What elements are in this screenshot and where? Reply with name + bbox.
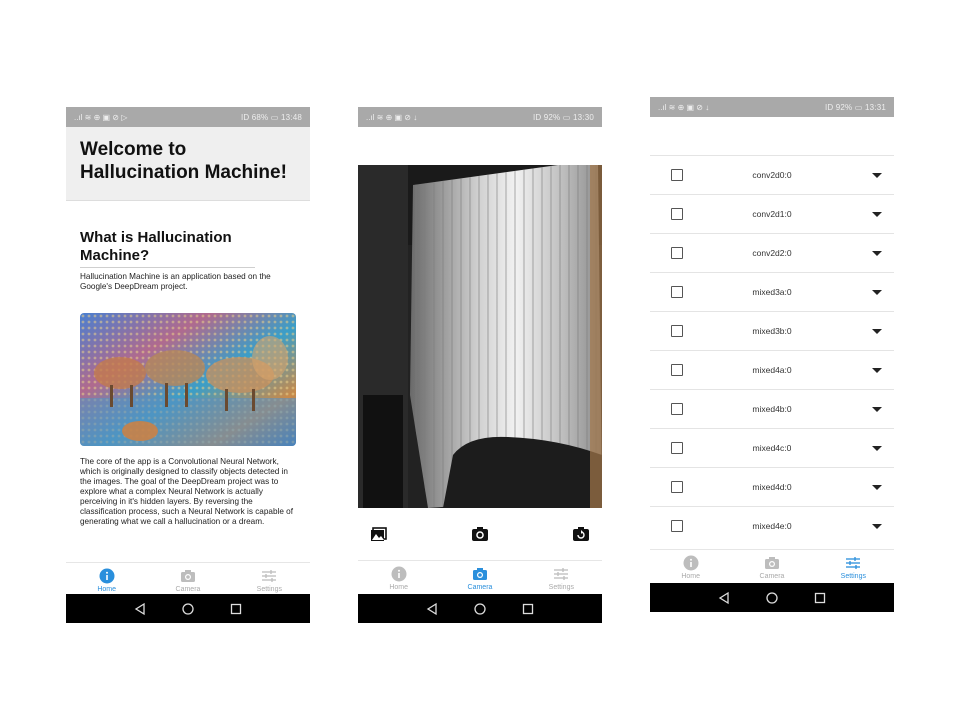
tab-settings-label: Settings [548,583,574,591]
page-title: Welcome to Hallucination Machine! [80,139,287,183]
system-nav-bar [650,583,894,612]
page-header: Welcome to Hallucination Machine! [66,127,310,201]
layer-row[interactable]: mixed4e:0 [650,506,894,545]
home-circle-icon[interactable] [181,602,195,616]
tab-home[interactable]: Home [66,563,147,597]
layer-row[interactable]: mixed3a:0 [650,272,894,311]
dropdown-icon[interactable] [872,484,882,490]
dropdown-icon[interactable] [872,523,882,529]
status-icons: ..ıl ≋ ⊕ ▣ ⊘ ↓ [658,102,710,112]
camera-icon [180,569,195,582]
layer-row[interactable]: conv2d2:0 [650,233,894,272]
tab-camera[interactable]: Camera [147,563,228,597]
layer-label: mixed3b:0 [752,326,792,336]
tab-camera-label: Camera [467,583,493,591]
tab-settings[interactable]: Settings [229,563,310,597]
info-icon [683,555,699,570]
layer-row[interactable]: conv2d1:0 [650,194,894,233]
status-icons: ..ıl ≋ ⊕ ▣ ⊘ ↓ [366,112,418,122]
deepdream-image [80,313,296,446]
switch-camera-icon[interactable] [572,525,590,543]
tab-home-label: Home [681,572,700,580]
home-screen: ..ıl ≋ ⊕ ▣ ⊘ ▷ ID 68% ▭ 13:48 Welcome to… [66,107,310,623]
recents-icon[interactable] [521,602,535,616]
camera-icon [472,567,487,580]
gallery-icon[interactable] [370,525,388,543]
layer-label: mixed4a:0 [752,365,792,375]
tab-home-label: Home [97,585,116,593]
system-nav-bar [66,594,310,623]
status-battery-time: ID 92% ▭ 13:31 [824,102,886,112]
home-circle-icon[interactable] [473,602,487,616]
layer-row[interactable]: conv2d0:0 [650,155,894,194]
layer-row[interactable]: mixed4c:0 [650,428,894,467]
sliders-icon [846,556,861,569]
layer-label: mixed4c:0 [752,443,792,453]
layer-row[interactable]: mixed4b:0 [650,389,894,428]
tab-camera[interactable]: Camera [439,561,520,595]
description-text: The core of the app is a Convolutional N… [80,457,293,526]
dropdown-icon[interactable] [872,406,882,412]
tab-home[interactable]: Home [358,561,439,595]
status-bar: ..ıl ≋ ⊕ ▣ ⊘ ▷ ID 68% ▭ 13:48 [66,107,310,127]
dropdown-icon[interactable] [872,250,882,256]
dropdown-icon[interactable] [872,172,882,178]
tab-camera-label: Camera [759,572,785,580]
dropdown-icon[interactable] [872,367,882,373]
tab-camera[interactable]: Camera [731,550,812,584]
tab-home-label: Home [389,583,408,591]
bottom-tab-bar: Home Camera Settings [650,549,894,584]
layer-label: conv2d1:0 [752,209,792,219]
divider [80,267,255,268]
layer-label: mixed4b:0 [752,404,792,414]
camera-preview[interactable] [358,165,602,508]
status-battery-time: ID 92% ▭ 13:30 [532,112,594,122]
layer-label: mixed4d:0 [752,482,792,492]
section-heading: What is Hallucination Machine? [80,229,232,264]
tab-settings-label: Settings [256,585,282,593]
layer-row[interactable]: mixed4d:0 [650,467,894,506]
sliders-icon [262,569,277,582]
system-nav-bar [358,594,602,623]
intro-text: Hallucination Machine is an application … [80,272,271,291]
dropdown-icon[interactable] [872,211,882,217]
dropdown-icon[interactable] [872,289,882,295]
camera-controls [358,508,602,560]
dropdown-icon[interactable] [872,445,882,451]
camera-screen: ..ıl ≋ ⊕ ▣ ⊘ ↓ ID 92% ▭ 13:30 Home Camer… [358,107,602,623]
sliders-icon [554,567,569,580]
info-icon [391,566,407,581]
tab-settings-label: Settings [840,572,866,580]
back-icon[interactable] [717,591,731,605]
tab-settings[interactable]: Settings [813,550,894,584]
dropdown-icon[interactable] [872,328,882,334]
home-circle-icon[interactable] [765,591,779,605]
layer-list: conv2d0:0 conv2d1:0 conv2d2:0 mixed3a:0 mixe… [650,155,894,545]
tab-settings[interactable]: Settings [521,561,602,595]
tab-camera-label: Camera [175,585,201,593]
camera-icon [764,556,779,569]
recents-icon[interactable] [229,602,243,616]
back-icon[interactable] [425,602,439,616]
layer-row[interactable]: mixed3b:0 [650,311,894,350]
bottom-tab-bar: Home Camera Settings [358,560,602,595]
layer-label: mixed4e:0 [752,521,792,531]
back-icon[interactable] [133,602,147,616]
layer-row[interactable]: mixed4a:0 [650,350,894,389]
home-content[interactable]: What is Hallucination Machine? Hallucina… [66,201,310,562]
status-bar: ..ıl ≋ ⊕ ▣ ⊘ ↓ ID 92% ▭ 13:30 [358,107,602,127]
tab-home[interactable]: Home [650,550,731,584]
shutter-icon[interactable] [471,525,489,543]
bottom-tab-bar: Home Camera Settings [66,562,310,597]
status-icons: ..ıl ≋ ⊕ ▣ ⊘ ▷ [74,112,128,122]
layer-label: mixed3a:0 [752,287,792,297]
status-battery-time: ID 68% ▭ 13:48 [240,112,302,122]
settings-screen: ..ıl ≋ ⊕ ▣ ⊘ ↓ ID 92% ▭ 13:31 conv2d0:0 c… [650,97,894,613]
layer-label: conv2d0:0 [752,170,792,180]
info-icon [99,568,115,583]
recents-icon[interactable] [813,591,827,605]
layer-label: conv2d2:0 [752,248,792,258]
status-bar: ..ıl ≋ ⊕ ▣ ⊘ ↓ ID 92% ▭ 13:31 [650,97,894,117]
